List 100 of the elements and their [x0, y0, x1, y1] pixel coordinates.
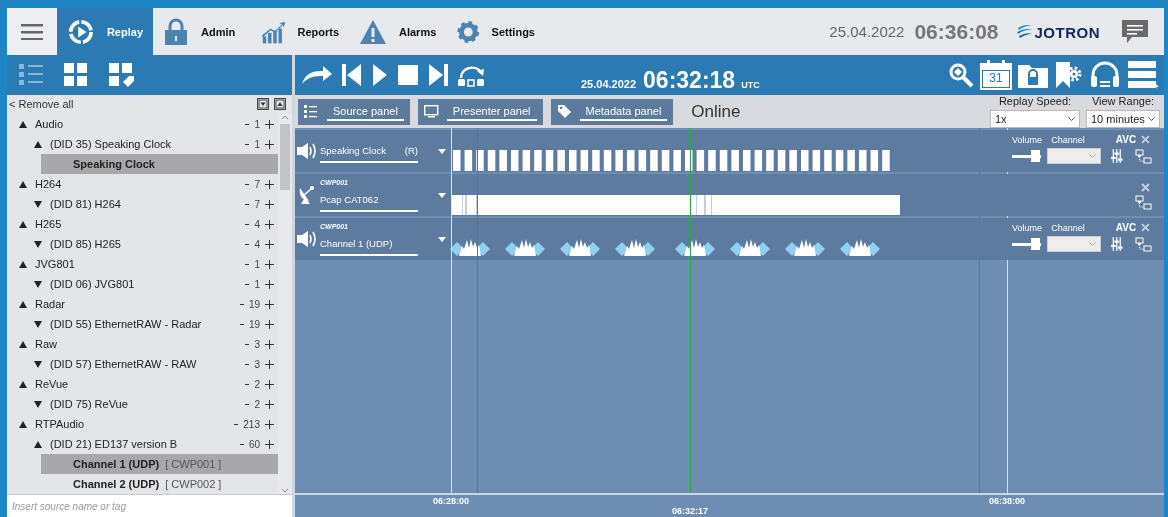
chat-icon[interactable] — [1122, 19, 1148, 44]
minus-icon[interactable] — [245, 403, 250, 405]
source-select[interactable]: Speaking Clock (R) — [320, 139, 418, 163]
tree-item[interactable]: (DID 35) Speaking Clock — [50, 138, 172, 151]
menu-button[interactable] — [7, 8, 57, 55]
dropdown[interactable]: 1x — [990, 110, 1080, 128]
expand-toggle[interactable] — [19, 340, 27, 348]
play-icon[interactable] — [371, 63, 389, 87]
expand-toggle[interactable] — [34, 200, 42, 208]
minus-icon[interactable] — [245, 343, 250, 345]
collapse-all-icon[interactable] — [257, 98, 269, 111]
minus-icon[interactable] — [245, 223, 250, 225]
volume-slider[interactable] — [1012, 150, 1042, 162]
tree-item[interactable]: (DID 57) EthernetRAW - RAW — [50, 358, 197, 371]
tree-item[interactable]: RTPAudio — [35, 418, 85, 431]
minus-icon[interactable] — [245, 363, 250, 365]
tree-item[interactable]: Channel 1 (UDP) [ CWP001 ] — [41, 454, 278, 475]
expand-toggle[interactable] — [34, 360, 42, 368]
calendar-button[interactable]: 31 — [980, 60, 1012, 90]
bookmark-gear-icon[interactable] — [1054, 61, 1084, 89]
caret-icon[interactable] — [438, 148, 446, 154]
expand-toggle[interactable] — [19, 220, 27, 228]
minus-icon[interactable] — [245, 263, 250, 265]
expand-toggle[interactable] — [19, 120, 27, 128]
tree-item[interactable]: Radar — [35, 298, 65, 311]
tree-item[interactable]: Channel 2 (UDP) [ CWP002 ] — [41, 474, 278, 495]
nav-tab[interactable]: Settings — [447, 8, 545, 55]
server-list-icon[interactable] — [1126, 60, 1160, 90]
tree-item[interactable]: (DID 81) H264 — [50, 198, 121, 211]
tree-item[interactable]: Audio — [35, 118, 64, 131]
close-icon[interactable] — [1141, 135, 1150, 144]
tree-item[interactable]: H264 — [35, 178, 62, 191]
expand-toggle[interactable] — [34, 400, 42, 408]
stop-icon[interactable] — [397, 64, 419, 86]
caret-icon[interactable] — [438, 236, 446, 242]
tree-item[interactable]: Raw — [35, 338, 57, 351]
timezone-label: UTC — [741, 79, 760, 90]
minus-icon[interactable] — [239, 323, 244, 325]
equalizer-icon[interactable] — [1111, 236, 1123, 252]
view-mode-button[interactable] — [109, 62, 134, 87]
tree-item[interactable]: H265 — [35, 218, 62, 231]
zoom-icon[interactable] — [948, 62, 974, 88]
tree-item[interactable]: (DID 85) H265 — [50, 238, 121, 251]
view-mode-button[interactable] — [64, 62, 89, 87]
expand-toggle[interactable] — [34, 280, 42, 288]
item-count: 213 — [243, 418, 260, 430]
minus-icon[interactable] — [245, 123, 250, 125]
expand-toggle[interactable] — [34, 320, 42, 328]
expand-toggle[interactable] — [34, 140, 42, 148]
minus-icon[interactable] — [234, 423, 239, 425]
item-label: Channel 2 (UDP) — [73, 478, 160, 491]
tree-item[interactable]: Speaking Clock — [41, 154, 278, 175]
search-field[interactable]: Insert source name or tag — [7, 494, 292, 517]
source-select[interactable]: Pcap CAT062 — [320, 187, 418, 212]
nav-tab[interactable]: Admin — [153, 8, 251, 55]
volume-slider[interactable] — [1012, 238, 1042, 250]
expand-toggle[interactable] — [34, 440, 42, 448]
satellite-dish-icon — [297, 185, 317, 205]
expand-toggle[interactable] — [19, 420, 27, 428]
dropdown[interactable]: 10 minutes — [1086, 110, 1160, 128]
expand-all-icon[interactable] — [274, 98, 286, 111]
minus-icon[interactable] — [239, 303, 244, 305]
remove-all-link[interactable]: < Remove all — [9, 98, 74, 111]
source-select[interactable]: Channel 1 (UDP) — [320, 231, 418, 256]
tree-item[interactable]: ReVue — [35, 378, 69, 391]
tree-item[interactable]: (DID 75) ReVue — [50, 398, 128, 411]
nav-tab[interactable]: Replay — [57, 8, 153, 55]
skip-forward-icon[interactable] — [427, 63, 449, 87]
scrollbar-thumb[interactable] — [280, 124, 290, 191]
tree-item[interactable]: (DID 06) JVG801 — [50, 278, 135, 291]
tree-item[interactable]: (DID 21) ED137 version B — [50, 438, 178, 451]
scrollbar[interactable] — [278, 114, 292, 495]
expand-toggle[interactable] — [34, 240, 42, 248]
minus-icon[interactable] — [245, 283, 250, 285]
nav-tab[interactable]: Alarms — [349, 8, 447, 55]
nav-tab[interactable]: Reports — [251, 8, 349, 55]
scroll-down-icon[interactable] — [281, 488, 289, 495]
minus-icon[interactable] — [245, 203, 250, 205]
minus-icon[interactable] — [245, 183, 250, 185]
folder-lock-icon[interactable] — [1018, 62, 1048, 88]
network-icon[interactable] — [1135, 195, 1152, 210]
expand-toggle[interactable] — [19, 300, 27, 308]
headset-icon[interactable] — [1090, 61, 1120, 89]
minus-icon[interactable] — [245, 243, 250, 245]
expand-toggle[interactable] — [19, 260, 27, 268]
caret-icon[interactable] — [438, 192, 446, 198]
skip-back-icon[interactable] — [341, 63, 363, 87]
equalizer-icon[interactable] — [1111, 148, 1123, 164]
tree-item[interactable]: (DID 55) EthernetRAW - Radar — [50, 318, 202, 331]
expand-toggle[interactable] — [19, 380, 27, 388]
minus-icon[interactable] — [239, 443, 244, 445]
minus-icon[interactable] — [245, 383, 250, 385]
close-icon[interactable] — [1141, 223, 1150, 232]
tree-item[interactable]: JVG801 — [35, 258, 75, 271]
scroll-up-icon[interactable] — [281, 114, 289, 121]
network-icon[interactable] — [1135, 236, 1152, 252]
close-icon[interactable] — [1141, 183, 1150, 192]
expand-toggle[interactable] — [19, 180, 27, 188]
network-icon[interactable] — [1135, 148, 1152, 164]
minus-icon[interactable] — [245, 143, 250, 145]
